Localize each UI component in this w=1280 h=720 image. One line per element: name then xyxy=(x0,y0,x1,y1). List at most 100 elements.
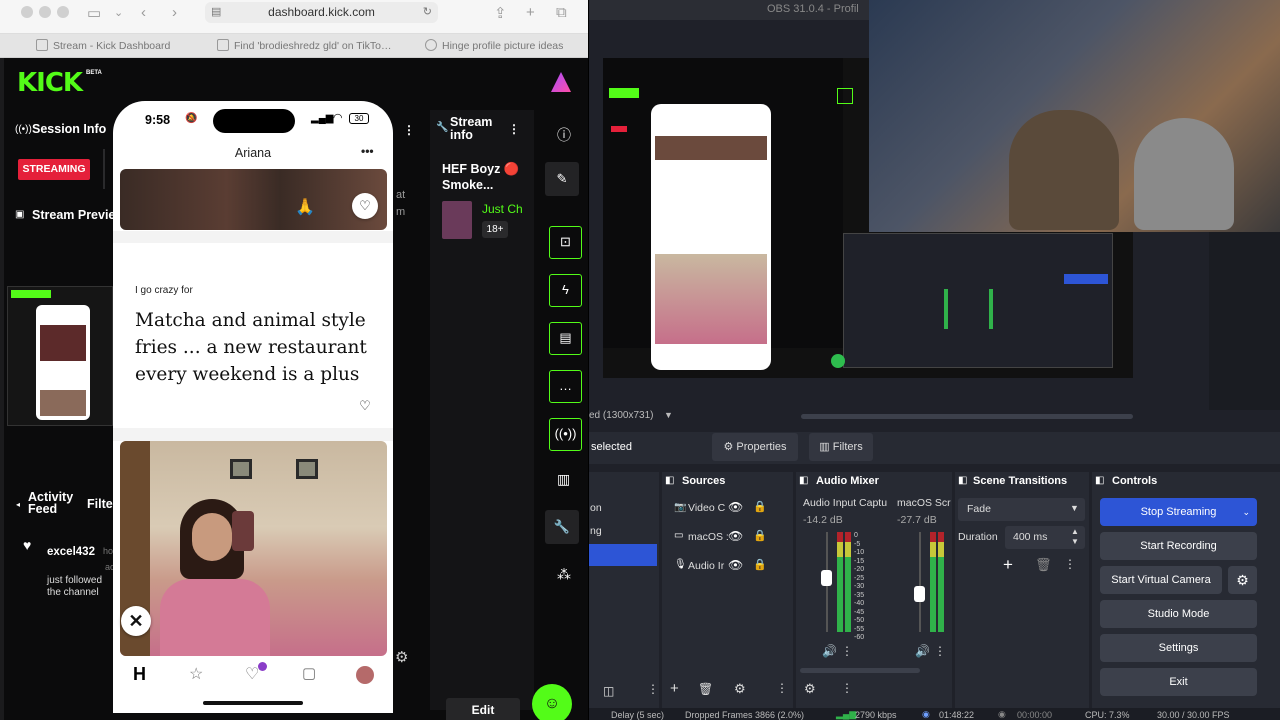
trash-icon[interactable]: 🗑 xyxy=(1035,557,1052,573)
photo-card-selfie[interactable] xyxy=(120,441,387,656)
profile-avatar[interactable] xyxy=(551,72,571,92)
activity-username[interactable]: excel432 xyxy=(47,546,95,558)
more-vertical-icon[interactable]: ⋮ xyxy=(841,644,853,658)
more-vertical-icon[interactable]: ⋮ xyxy=(1064,557,1076,571)
dismiss-button[interactable]: ✕ xyxy=(121,606,151,636)
tab-kick-dashboard[interactable]: Stream - Kick Dashboard xyxy=(36,34,206,58)
forward-arrow-icon[interactable]: › xyxy=(172,4,177,21)
lock-icon[interactable]: 🔒 xyxy=(753,529,767,542)
support-button[interactable]: ☺ xyxy=(532,684,572,720)
photo-card-top[interactable]: 🙏 ♡ xyxy=(120,169,387,230)
focus-icon[interactable]: ⊡ xyxy=(549,226,582,259)
minimize-window-button[interactable] xyxy=(39,6,51,18)
mixer-scrollbar[interactable] xyxy=(800,668,920,673)
webcam-capture[interactable] xyxy=(869,0,1280,232)
back-arrow-icon[interactable]: ‹ xyxy=(141,4,146,21)
volume-slider-handle[interactable] xyxy=(914,586,925,602)
filters-button[interactable]: ▥ Filters xyxy=(809,433,873,461)
tools-button[interactable]: 🔧 xyxy=(545,510,579,544)
server-icon[interactable]: ▥ xyxy=(557,471,570,488)
speaker-icon[interactable]: 🔊 xyxy=(915,644,930,658)
start-virtual-camera-button[interactable]: Start Virtual Camera xyxy=(1100,566,1222,594)
lock-icon[interactable]: 🔒 xyxy=(753,558,767,571)
filter-icon[interactable]: ◫ xyxy=(603,684,614,698)
horizontal-scrollbar[interactable] xyxy=(801,414,1133,419)
scene-item[interactable]: on xyxy=(590,502,602,514)
new-tab-icon[interactable]: + xyxy=(526,4,535,21)
page-settings-icon[interactable]: ▤ xyxy=(211,2,221,23)
preview-stop-button xyxy=(1064,274,1108,284)
profile-avatar-icon[interactable] xyxy=(356,666,374,684)
chat-icon[interactable]: … xyxy=(549,370,582,403)
filter-button[interactable]: Filte xyxy=(87,497,113,511)
scene-item[interactable]: ng xyxy=(590,525,602,537)
selected-scene-item[interactable] xyxy=(589,544,657,566)
source-item[interactable]: Audio Ir xyxy=(688,560,724,572)
source-item[interactable]: macOS : xyxy=(688,531,729,543)
stepper-icon[interactable]: ▲ ▼ xyxy=(1071,527,1079,547)
virtual-camera-settings-gear-icon[interactable]: ⚙ xyxy=(1228,566,1257,594)
collapse-arrow-icon[interactable]: ◂ xyxy=(16,500,20,509)
chevron-down-icon[interactable]: ▼ xyxy=(664,410,673,420)
like-prompt-button[interactable]: ♡ xyxy=(352,393,378,419)
apps-icon[interactable]: ⁂ xyxy=(557,566,571,583)
like-photo-button[interactable]: ♡ xyxy=(352,193,378,219)
gear-icon[interactable]: ⚙ xyxy=(395,648,408,666)
advanced-audio-gear-icon[interactable]: ⚙ xyxy=(804,681,816,697)
category-thumbnail[interactable] xyxy=(442,201,472,239)
chevron-down-icon[interactable]: ⌄ xyxy=(114,6,123,19)
tab-tiktok[interactable]: Find 'brodieshredz gld' on TikTo… xyxy=(217,34,397,58)
edit-button[interactable]: Edit xyxy=(446,698,520,720)
transition-select[interactable]: Fade ▼ xyxy=(958,498,1085,521)
start-recording-button[interactable]: Start Recording xyxy=(1100,532,1257,560)
address-bar[interactable]: ▤ dashboard.kick.com ↻ xyxy=(205,2,438,23)
zoom-window-button[interactable] xyxy=(57,6,69,18)
truncated-text: m xyxy=(396,206,406,218)
eye-icon[interactable]: 👁 xyxy=(728,500,743,514)
add-transition-icon[interactable]: + xyxy=(1003,555,1013,575)
eye-icon[interactable]: 👁 xyxy=(728,558,743,572)
close-window-button[interactable] xyxy=(21,6,33,18)
edit-layout-button[interactable]: ✎ xyxy=(545,162,579,196)
settings-button[interactable]: Settings xyxy=(1100,634,1257,662)
reload-icon[interactable]: ↻ xyxy=(423,2,432,23)
tab-hinge[interactable]: Hinge profile picture ideas xyxy=(425,34,585,58)
share-icon[interactable]: ⇪ xyxy=(494,4,507,22)
broadcast-icon[interactable]: ((•)) xyxy=(549,418,582,451)
stop-streaming-button[interactable]: Stop Streaming ⌄ xyxy=(1100,498,1257,526)
trash-icon[interactable]: 🗑 xyxy=(698,682,713,696)
info-icon[interactable]: ⓘ xyxy=(557,125,571,145)
hinge-home-icon[interactable]: H xyxy=(133,664,146,685)
sidebar-icon[interactable]: ▭ xyxy=(87,4,101,22)
star-icon[interactable]: ☆ xyxy=(189,664,203,684)
preview-scrollbar-area: ed (1300x731) ▼ xyxy=(589,410,1280,424)
stream-preview-thumbnail[interactable] xyxy=(7,286,113,426)
more-vertical-icon[interactable]: ⋮ xyxy=(647,682,659,696)
volume-slider-track[interactable] xyxy=(919,532,921,632)
exit-button[interactable]: Exit xyxy=(1100,668,1257,696)
notes-icon[interactable]: ▤ xyxy=(549,322,582,355)
more-vertical-icon[interactable]: ⋮ xyxy=(934,644,946,658)
volume-slider-handle[interactable] xyxy=(821,570,832,586)
speaker-icon[interactable]: 🔊 xyxy=(822,644,837,658)
more-vertical-icon[interactable]: ⋮ xyxy=(403,123,415,137)
eye-icon[interactable]: 👁 xyxy=(728,529,743,543)
source-item[interactable]: Video C xyxy=(688,502,725,514)
category-name[interactable]: Just Ch xyxy=(482,202,523,216)
more-vertical-icon[interactable]: ⋮ xyxy=(776,681,788,695)
tab-overview-icon[interactable]: ⧉ xyxy=(556,4,567,21)
more-options-icon[interactable]: ••• xyxy=(361,144,374,158)
properties-button[interactable]: ⚙ Properties xyxy=(712,433,798,461)
chevron-down-icon[interactable]: ⌄ xyxy=(1242,498,1250,526)
prompt-card[interactable]: I go crazy for Matcha and animal style f… xyxy=(120,242,387,428)
messages-icon[interactable]: ▢ xyxy=(302,664,316,682)
more-vertical-icon[interactable]: ⋮ xyxy=(841,681,853,695)
studio-mode-button[interactable]: Studio Mode xyxy=(1100,600,1257,628)
duration-input[interactable]: 400 ms ▲ ▼ xyxy=(1005,526,1085,549)
add-source-icon[interactable]: + xyxy=(670,680,679,697)
kick-logo[interactable]: KICK xyxy=(17,68,83,98)
lock-icon[interactable]: 🔒 xyxy=(753,500,767,513)
lightning-icon[interactable]: ϟ xyxy=(549,274,582,307)
more-vertical-icon[interactable]: ⋮ xyxy=(508,122,520,136)
gear-icon[interactable]: ⚙ xyxy=(734,681,746,697)
